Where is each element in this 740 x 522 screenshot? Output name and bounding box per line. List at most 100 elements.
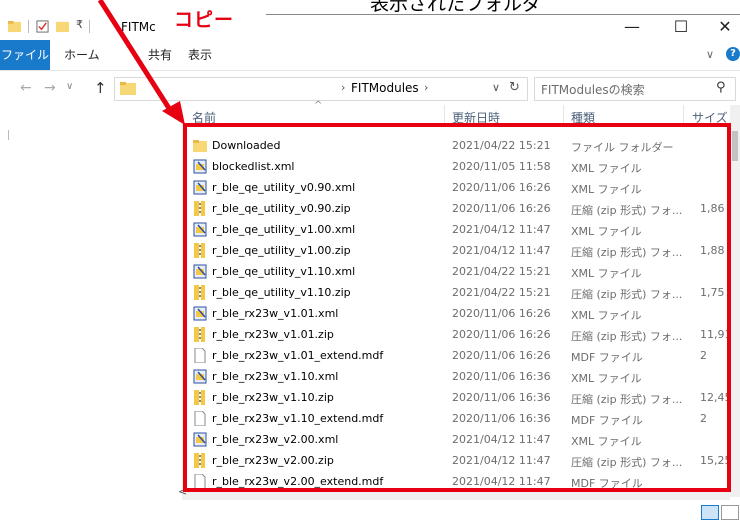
- file-icon: [193, 347, 207, 364]
- minimize-button[interactable]: —: [609, 14, 655, 40]
- file-row[interactable]: r_ble_qe_utility_v1.00.xml 2021/04/12 11:…: [182, 219, 730, 240]
- file-name[interactable]: r_ble_rx23w_v1.10_extend.mdf: [212, 412, 383, 425]
- file-size: 11,91: [700, 328, 730, 341]
- tab-file[interactable]: ファイル: [0, 40, 50, 70]
- zip-file-icon: [193, 390, 207, 405]
- column-divider[interactable]: [563, 105, 564, 125]
- column-name[interactable]: 名前: [192, 109, 216, 126]
- file-icon: [193, 410, 207, 427]
- column-date[interactable]: 更新日時: [452, 109, 500, 126]
- file-row[interactable]: r_ble_rx23w_v1.10.zip 2020/11/06 16:36 圧縮 …: [182, 387, 730, 408]
- file-date: 2021/04/12 11:47: [452, 244, 551, 257]
- forward-icon[interactable]: →: [44, 80, 56, 96]
- address-dropdown-icon[interactable]: ∨: [492, 81, 500, 94]
- file-name[interactable]: r_ble_rx23w_v1.01.zip: [212, 328, 334, 341]
- file-name[interactable]: r_ble_rx23w_v1.01_extend.mdf: [212, 349, 383, 362]
- properties-icon[interactable]: [36, 20, 49, 33]
- file-date: 2021/04/12 11:47: [452, 223, 551, 236]
- file-name[interactable]: r_ble_rx23w_v2.00.xml: [212, 433, 338, 446]
- file-size: 1,75: [700, 286, 725, 299]
- vertical-scrollbar[interactable]: [730, 105, 740, 497]
- tab-share[interactable]: 共有: [140, 40, 180, 70]
- file-row[interactable]: r_ble_rx23w_v1.10.xml 2020/11/06 16:36 XML…: [182, 366, 730, 387]
- ribbon-expand-icon[interactable]: ∨: [706, 48, 714, 61]
- file-type: XML ファイル: [571, 162, 642, 175]
- file-row[interactable]: r_ble_qe_utility_v1.10.zip 2021/04/22 15:…: [182, 282, 730, 303]
- navigation-pane[interactable]: [0, 105, 183, 498]
- file-row[interactable]: r_ble_rx23w_v2.00.zip 2021/04/12 11:47 圧縮 …: [182, 450, 730, 471]
- file-date: 2020/11/05 11:58: [452, 160, 551, 173]
- file-row[interactable]: r_ble_rx23w_v1.01.xml 2020/11/06 16:26 XML…: [182, 303, 730, 324]
- file-name[interactable]: Downloaded: [212, 139, 280, 152]
- window-title: FITMc: [121, 20, 156, 34]
- file-name[interactable]: r_ble_rx23w_v2.00.zip: [212, 454, 334, 467]
- file-row[interactable]: r_ble_rx23w_v2.00.xml 2021/04/12 11:47 XML…: [182, 429, 730, 450]
- search-input[interactable]: FITModulesの検索 ⚲: [534, 77, 736, 101]
- file-row[interactable]: Downloaded 2021/04/22 15:21 ファイル フォルダー: [182, 135, 730, 156]
- refresh-icon[interactable]: ↻: [509, 80, 520, 95]
- file-row[interactable]: r_ble_rx23w_v1.01_extend.mdf 2020/11/06 1…: [182, 345, 730, 366]
- file-name[interactable]: r_ble_rx23w_v1.10.zip: [212, 391, 334, 404]
- close-button[interactable]: ✕: [702, 14, 740, 40]
- details-view-icon[interactable]: [701, 505, 719, 520]
- file-type: 圧縮 (zip 形式) フォ...: [571, 330, 683, 343]
- file-name[interactable]: r_ble_qe_utility_v1.00.xml: [212, 223, 355, 236]
- file-name[interactable]: r_ble_qe_utility_v1.10.xml: [212, 265, 355, 278]
- file-name[interactable]: r_ble_qe_utility_v1.00.zip: [212, 244, 351, 257]
- file-size: 2: [700, 412, 707, 425]
- vertical-scroll-thumb[interactable]: [732, 131, 738, 161]
- folder-icon: [8, 20, 21, 33]
- horizontal-scrollbar[interactable]: <: [178, 485, 730, 500]
- tab-view[interactable]: 表示: [180, 40, 220, 70]
- file-name[interactable]: r_ble_qe_utility_v0.90.zip: [212, 202, 351, 215]
- file-name[interactable]: r_ble_qe_utility_v1.10.zip: [212, 286, 351, 299]
- file-type: 圧縮 (zip 形式) フォ...: [571, 246, 683, 259]
- file-row[interactable]: blockedlist.xml 2020/11/05 11:58 XML ファイル: [182, 156, 730, 177]
- file-row[interactable]: r_ble_qe_utility_v1.10.xml 2021/04/22 15:…: [182, 261, 730, 282]
- file-size: 1,86: [700, 202, 725, 215]
- file-name[interactable]: r_ble_rx23w_v2.00_extend.mdf: [212, 475, 383, 488]
- help-icon[interactable]: ?: [726, 47, 740, 61]
- recent-locations-icon[interactable]: ∨: [66, 81, 73, 92]
- breadcrumb-separator-icon[interactable]: ›: [424, 81, 428, 94]
- file-type: 圧縮 (zip 形式) フォ...: [571, 456, 683, 469]
- file-name[interactable]: r_ble_qe_utility_v0.90.xml: [212, 181, 355, 194]
- file-name[interactable]: r_ble_rx23w_v1.10.xml: [212, 370, 338, 383]
- file-name[interactable]: r_ble_rx23w_v1.01.xml: [212, 307, 338, 320]
- column-divider[interactable]: [444, 105, 445, 125]
- xml-file-icon: [193, 369, 207, 384]
- search-placeholder: FITModulesの検索: [541, 83, 645, 97]
- file-row[interactable]: r_ble_rx23w_v1.10_extend.mdf 2020/11/06 1…: [182, 408, 730, 429]
- breadcrumb-current[interactable]: FITModules: [351, 81, 419, 95]
- column-divider[interactable]: [683, 105, 684, 125]
- column-type[interactable]: 種類: [571, 109, 595, 126]
- column-size[interactable]: サイズ: [692, 109, 728, 126]
- file-row[interactable]: r_ble_qe_utility_v1.00.zip 2021/04/12 11:…: [182, 240, 730, 261]
- file-date: 2020/11/06 16:26: [452, 349, 551, 362]
- search-icon[interactable]: ⚲: [716, 80, 726, 95]
- file-name[interactable]: blockedlist.xml: [212, 160, 294, 173]
- tab-home[interactable]: ホーム: [56, 40, 108, 70]
- breadcrumb-separator-icon[interactable]: ›: [341, 81, 345, 94]
- file-date: 2020/11/06 16:26: [452, 202, 551, 215]
- zip-file-icon: [193, 201, 207, 216]
- displayed-folder-label: 表示されたフォルダ: [370, 0, 542, 15]
- file-date: 2020/11/06 16:36: [452, 391, 551, 404]
- xml-file-icon: [193, 159, 207, 174]
- file-size: 2: [700, 349, 707, 362]
- up-icon[interactable]: ↑: [94, 79, 107, 97]
- large-icons-view-icon[interactable]: [721, 505, 739, 520]
- file-row[interactable]: r_ble_qe_utility_v0.90.zip 2020/11/06 16:…: [182, 198, 730, 219]
- new-folder-icon[interactable]: [56, 20, 69, 33]
- file-list[interactable]: Downloaded 2021/04/22 15:21 ファイル フォルダー bloc…: [182, 135, 730, 490]
- maximize-button[interactable]: ☐: [658, 14, 704, 40]
- folder-icon: [193, 138, 207, 153]
- back-icon[interactable]: ←: [20, 80, 32, 96]
- scroll-left-icon[interactable]: <: [178, 485, 187, 498]
- file-row[interactable]: r_ble_qe_utility_v0.90.xml 2020/11/06 16:…: [182, 177, 730, 198]
- customize-toolbar-icon[interactable]: ₹: [76, 18, 83, 31]
- file-row[interactable]: r_ble_rx23w_v1.01.zip 2020/11/06 16:26 圧縮 …: [182, 324, 730, 345]
- file-type: XML ファイル: [571, 309, 642, 322]
- file-date: 2021/04/22 15:21: [452, 286, 551, 299]
- address-bar[interactable]: › FITModules › ∨ ↻: [114, 77, 528, 101]
